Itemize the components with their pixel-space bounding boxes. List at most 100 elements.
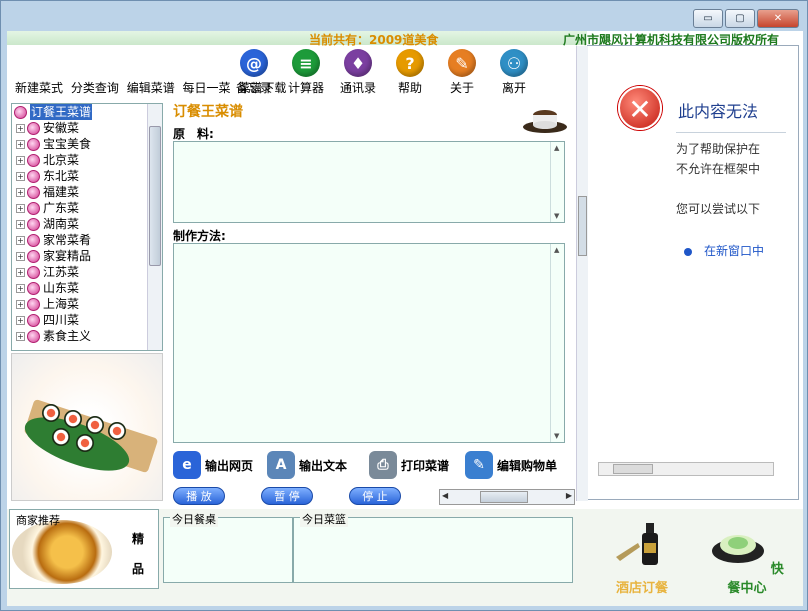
tool-memo[interactable]: @ 备忘录 [229, 49, 279, 96]
today-basket-box[interactable]: 今日菜篮 [293, 511, 573, 583]
export-text-button[interactable]: A 输出文本 [267, 451, 347, 479]
category-node-icon [27, 297, 40, 311]
tree-item-label: 宝宝美食 [43, 137, 92, 151]
category-node-icon [27, 169, 40, 183]
tree-item[interactable]: + 东北菜 [12, 168, 162, 184]
left-arrow-icon[interactable]: ◀ [442, 491, 448, 500]
ingredients-scrollbar[interactable] [550, 142, 564, 222]
method-box[interactable] [173, 243, 565, 443]
edit-shopping-list-button[interactable]: ✎ 编辑购物单 [465, 451, 557, 479]
print-recipe-button[interactable]: ⎙ 打印菜谱 [369, 451, 449, 479]
category-node-icon [27, 313, 40, 327]
tree-item[interactable]: + 湖南菜 [12, 216, 162, 232]
error-icon: ✕ [618, 86, 662, 130]
window-controls: ▭ ▢ ✕ [693, 9, 799, 28]
tree-item[interactable]: + 素食主义 [12, 328, 162, 344]
tree-item-label: 家宴精品 [43, 249, 92, 263]
category-tree[interactable]: 订餐王菜谱 + 安徽菜 + 宝宝美食 + 北京菜 + 东北菜 + 福建菜 + 广东菜 + 湖南菜 + 家常菜肴… [11, 103, 163, 351]
menu-item-edit[interactable]: 编辑菜谱 [127, 81, 175, 95]
tool-exit[interactable]: ⚇ 离开 [489, 49, 539, 96]
expand-icon[interactable]: + [16, 139, 25, 149]
tree-item[interactable]: + 江苏菜 [12, 264, 162, 280]
minimize-button[interactable]: ▭ [693, 9, 723, 28]
maximize-button[interactable]: ▢ [725, 9, 755, 28]
expand-icon[interactable]: + [16, 235, 25, 245]
today-table-label: 今日餐桌 [170, 511, 218, 527]
tree-scrollbar[interactable] [147, 104, 162, 350]
pane-horizontal-scrollbar[interactable] [598, 462, 774, 476]
menu-item-query[interactable]: 分类查询 [71, 81, 119, 95]
expand-icon[interactable]: + [16, 123, 25, 133]
play-button[interactable]: 播 放 [173, 487, 225, 505]
category-node-icon [27, 233, 40, 247]
tree-root[interactable]: 订餐王菜谱 [12, 104, 162, 120]
tree-item-label: 湖南菜 [43, 217, 80, 231]
tool-contacts[interactable]: ♦ 通讯录 [333, 49, 383, 96]
tree-item[interactable]: + 山东菜 [12, 280, 162, 296]
calculator-icon: ≡ [292, 49, 320, 77]
tree-scroll-thumb[interactable] [149, 126, 161, 266]
tree-item[interactable]: + 广东菜 [12, 200, 162, 216]
expand-icon[interactable]: + [16, 203, 25, 213]
tree-item[interactable]: + 北京菜 [12, 152, 162, 168]
bottom-panel: 商家推荐 精 品 今日餐桌 今日菜篮 酒店订餐 快餐中心 [7, 509, 803, 606]
expand-icon[interactable]: + [16, 267, 25, 277]
open-new-window-link[interactable]: 在新窗口中 [704, 242, 764, 259]
app-window: ▭ ▢ ✕ 当前共有：2009道美食 广州市飓风计算机科技有限公司版权所有 新建… [0, 0, 808, 611]
expand-icon[interactable]: + [16, 299, 25, 309]
category-node-icon [27, 201, 40, 215]
expand-icon[interactable]: + [16, 331, 25, 341]
slider-thumb[interactable] [480, 491, 528, 503]
expand-icon[interactable]: + [16, 283, 25, 293]
tree-item[interactable]: + 上海菜 [12, 296, 162, 312]
hotel-order-button[interactable]: 酒店订餐 [607, 521, 677, 596]
contacts-icon: ♦ [344, 49, 372, 77]
shopping-edit-icon: ✎ [465, 451, 493, 479]
pane-hscroll-thumb[interactable] [613, 464, 653, 474]
category-node-icon [14, 105, 27, 119]
expand-icon[interactable]: + [16, 219, 25, 229]
today-table-box[interactable]: 今日餐桌 [163, 511, 293, 583]
pane-vertical-scrollbar[interactable] [576, 46, 588, 501]
expand-icon[interactable]: + [16, 171, 25, 181]
playback-slider[interactable]: ◀ ▶ [439, 489, 575, 505]
divider [676, 132, 786, 133]
tree-item-label: 安徽菜 [43, 121, 80, 135]
tool-help[interactable]: ? 帮助 [385, 49, 435, 96]
tree-item[interactable]: + 安徽菜 [12, 120, 162, 136]
action-label: 打印菜谱 [401, 458, 450, 473]
right-arrow-icon[interactable]: ▶ [566, 491, 572, 500]
close-button[interactable]: ✕ [757, 9, 799, 28]
tree-item[interactable]: + 四川菜 [12, 312, 162, 328]
expand-icon[interactable]: + [16, 251, 25, 261]
menu-item-daily[interactable]: 每日一菜 [183, 81, 231, 95]
category-node-icon [27, 249, 40, 263]
tree-item[interactable]: + 福建菜 [12, 184, 162, 200]
category-node-icon [27, 329, 40, 343]
tree-item[interactable]: + 家宴精品 [12, 248, 162, 264]
embedded-web-pane: ✕ 此内容无法 为了帮助保护在 不允许在框架中 您可以尝试以下 在新窗口中 [576, 45, 799, 501]
tree-item[interactable]: + 家常菜肴 [12, 232, 162, 248]
fast-food-button[interactable]: 快餐中心 [705, 521, 789, 596]
tool-about[interactable]: ✎ 关于 [437, 49, 487, 96]
tool-calculator[interactable]: ≡ 计算器 [281, 49, 331, 96]
tree-item-label: 广东菜 [43, 201, 80, 215]
ingredients-box[interactable] [173, 141, 565, 223]
method-scrollbar[interactable] [550, 244, 564, 442]
expand-icon[interactable]: + [16, 155, 25, 165]
tool-label: 关于 [449, 81, 474, 95]
expand-icon[interactable]: + [16, 315, 25, 325]
hotel-order-label: 酒店订餐 [615, 581, 668, 596]
merchant-recommend[interactable]: 商家推荐 精 品 [9, 509, 159, 589]
today-basket-label: 今日菜篮 [300, 511, 348, 527]
pause-button[interactable]: 暂 停 [261, 487, 313, 505]
expand-icon[interactable]: + [16, 187, 25, 197]
stop-button[interactable]: 停 止 [349, 487, 401, 505]
sushi-photo [11, 353, 163, 501]
category-node-icon [27, 281, 40, 295]
export-web-button[interactable]: e 输出网页 [173, 451, 253, 479]
pane-vscroll-thumb[interactable] [578, 196, 587, 256]
tool-label: 帮助 [397, 81, 422, 95]
menu-item-new[interactable]: 新建菜式 [15, 81, 63, 95]
tree-item[interactable]: + 宝宝美食 [12, 136, 162, 152]
